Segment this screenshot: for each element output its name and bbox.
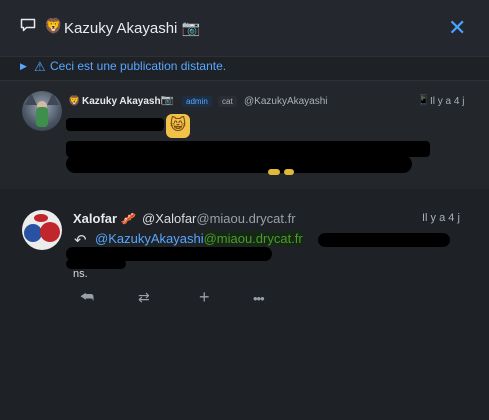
- emoji-fragment: [268, 169, 280, 175]
- remote-notice[interactable]: ▶ ⚠ Ceci est une publication distante.: [0, 56, 489, 78]
- emoji-fragment: [284, 169, 294, 175]
- mention-user: @KazukyAkayashi: [95, 231, 204, 246]
- author-name[interactable]: Xalofar: [73, 211, 117, 226]
- post-time[interactable]: Il y a 4 j: [430, 96, 464, 107]
- reply-post[interactable]: Xalofar 🥓 @Xalofar@miaou.drycat.fr Il y …: [0, 189, 489, 420]
- lion-emoji-icon: 🦁: [68, 96, 81, 107]
- lion-emoji-icon: 🦁: [44, 18, 63, 35]
- post-time[interactable]: Il y a 4 j: [422, 212, 460, 224]
- boost-button[interactable]: ⇄: [138, 289, 150, 306]
- mention-link[interactable]: @KazukyAkayashi@miaou.drycat.fr: [95, 231, 303, 246]
- close-button[interactable]: ✕: [448, 17, 466, 39]
- avatar[interactable]: [22, 91, 62, 131]
- handle-user: @Xalofar: [142, 211, 197, 226]
- dialog-title: Kazuky Akayashi 📷: [64, 20, 201, 37]
- redacted-text: [66, 155, 412, 173]
- phone-icon: 📱: [417, 95, 430, 106]
- caret-right-icon: ▶: [20, 61, 27, 71]
- author-handle[interactable]: @Xalofar@miaou.drycat.fr: [142, 211, 296, 226]
- cat-emoji-icon: 😸: [166, 114, 190, 138]
- warning-icon: ⚠: [34, 59, 46, 74]
- post-actions: ⮪ ⇄ + •••: [0, 287, 489, 309]
- more-button[interactable]: •••: [253, 291, 265, 306]
- camera-emoji-icon: 📷: [161, 95, 174, 106]
- redacted-text: [318, 233, 450, 247]
- original-post[interactable]: 🦁 Kazuky Akayashi 📷 admin cat @KazukyAka…: [0, 80, 489, 190]
- author-handle[interactable]: @KazukyAkayashi: [244, 96, 328, 107]
- remote-notice-text: Ceci est une publication distante.: [50, 59, 227, 73]
- dialog-header: 🦁 Kazuky Akayashi 📷 ✕: [0, 0, 489, 57]
- handle-host: @miaou.drycat.fr: [196, 211, 296, 226]
- post-body-tail: ns.: [73, 268, 88, 280]
- mention-host: @miaou.drycat.fr: [203, 231, 303, 246]
- author-name[interactable]: Kazuky Akayashi: [82, 96, 163, 107]
- avatar[interactable]: [22, 210, 62, 250]
- reply-button[interactable]: ⮪: [80, 289, 94, 306]
- cat-badge: cat: [218, 96, 237, 107]
- comment-icon: [20, 18, 36, 32]
- bacon-emoji-icon: 🥓: [120, 211, 137, 226]
- admin-badge: admin: [182, 96, 212, 107]
- add-reaction-button[interactable]: +: [199, 287, 210, 308]
- redacted-text: [66, 118, 164, 131]
